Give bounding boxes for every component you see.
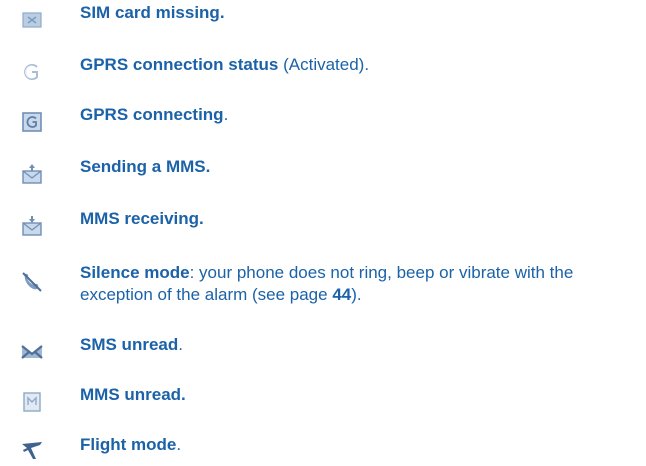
item-title: MMS receiving. [80,209,204,228]
mms-unread-icon [20,390,44,414]
mms-sending-icon [20,162,44,186]
item-text: Silence mode: your phone does not ring, … [80,262,632,306]
sim-card-missing-icon [20,8,44,32]
item-description: . [178,335,183,354]
item-title: GPRS connection status [80,55,279,74]
item-title: MMS unread. [80,385,186,404]
item-text: Flight mode. [80,434,632,456]
item-description: . [176,435,182,454]
item-text: SMS unread. [80,334,632,356]
item-text: GPRS connecting. [80,104,632,126]
silence-mode-icon [20,270,44,294]
item-text: MMS unread. [80,384,632,406]
item-description-end: ). [351,285,362,304]
item-description: . [223,105,229,124]
item-description: (Activated). [278,55,370,74]
gprs-connecting-icon [20,110,44,134]
item-title: Silence mode [80,263,190,282]
sms-unread-icon [20,340,44,364]
item-text: GPRS connection status (Activated). [80,54,632,76]
item-title: Flight mode [80,435,177,454]
item-text: Sending a MMS. [80,156,632,178]
mms-receiving-icon [20,214,44,238]
item-title: SMS unread [80,335,179,354]
item-title: SIM card missing. [80,3,225,22]
gprs-status-icon [20,60,44,84]
page-reference: 44 [332,285,352,304]
item-title: GPRS connecting [80,105,224,124]
item-text: SIM card missing. [80,2,632,24]
item-text: MMS receiving. [80,208,632,230]
flight-mode-icon [20,438,44,462]
item-title: Sending a MMS. [80,157,211,176]
